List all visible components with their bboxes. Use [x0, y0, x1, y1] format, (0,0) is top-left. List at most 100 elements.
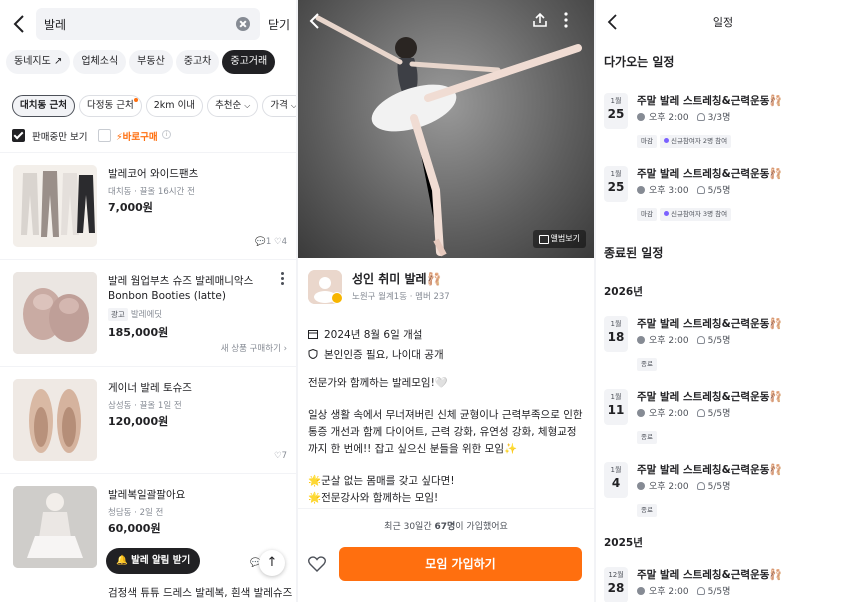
baro-label: ⚡바로구매	[116, 129, 158, 143]
join-note-count: 67명	[434, 522, 456, 532]
event-title: 주말 발레 스트레칭&근력운동🩰	[637, 569, 783, 581]
scroll-top-button[interactable]: ↑	[259, 550, 285, 576]
heart-icon: ♡	[273, 451, 282, 461]
album-button[interactable]: 앨범보기	[532, 230, 586, 248]
info-icon[interactable]: i	[162, 130, 171, 139]
list-item[interactable]: 발레 웜업부츠 슈즈 발레매니악스Bonbon Booties (latte) …	[0, 259, 296, 366]
alert-label: 발레 알림 받기	[131, 555, 191, 566]
item-title: 발레복일괄팔아요	[108, 489, 186, 501]
item-meta: 대치동 · 끌올 16시간 전	[108, 187, 195, 197]
item-seller-line: 광고 발레에딧	[108, 308, 162, 321]
item-thumbnail	[13, 379, 97, 461]
check-options: 판매중만 보기 ⚡바로구매 i	[12, 129, 292, 145]
desc-intro: 전문가와 함께하는 발레모임!🤍	[308, 377, 448, 389]
item-meta: 청담동 · 2일 전	[108, 508, 164, 518]
ballet-wear-image	[13, 486, 97, 568]
list-item[interactable]: 게이너 발레 토슈즈 삼성동 · 끌올 1일 전 120,000원 ♡7	[0, 366, 296, 473]
date-box: 1월 4	[604, 462, 628, 498]
back-arrow-icon[interactable]	[308, 12, 320, 30]
event-time: 오후 2:00	[649, 587, 689, 597]
more-vertical-icon[interactable]	[281, 272, 284, 285]
category-chip-used-car[interactable]: 중고차	[175, 50, 220, 74]
item-price: 185,000원	[108, 326, 169, 339]
schedule-item[interactable]: 1월 4 주말 발레 스트레칭&근력운동🩰 오후 2:00 5/5명 종료	[604, 462, 844, 522]
people-icon	[696, 113, 705, 121]
newcomer-text: 신규참여자 3명 참여	[670, 210, 728, 218]
event-day: 25	[607, 107, 625, 121]
bolt-icon: ⚡	[116, 132, 123, 143]
filter-chip-price[interactable]: 가격 ⌵	[262, 95, 296, 117]
category-chip-neighborhood-map[interactable]: 동네지도 ↗	[6, 50, 71, 74]
event-meta: 오후 2:00 5/5명	[637, 406, 730, 419]
year-heading: 2025년	[604, 537, 643, 549]
heart-icon[interactable]	[308, 556, 326, 572]
filter-chip-location[interactable]: 대치동 근처	[12, 95, 76, 117]
newcomer-dot-icon	[663, 211, 669, 216]
founded-line: 2024년 8월 6일 개설	[308, 327, 422, 342]
list-item[interactable]: 발레코어 와이드팬츠 대치동 · 끌올 16시간 전 7,000원 💬1 ♡4	[0, 152, 296, 259]
schedule-item[interactable]: 1월 18 주말 발레 스트레칭&근력운동🩰 오후 2:00 5/5명 종료	[604, 316, 844, 376]
schedule-item[interactable]: 1월 25 주말 발레 스트레칭&근력운동🩰 오후 3:00 5/5명 마감 신규참여…	[604, 166, 844, 226]
event-day: 28	[607, 581, 625, 595]
clock-icon	[637, 587, 645, 595]
on-sale-label: 판매중만 보기	[32, 132, 88, 143]
keyword-alert-button[interactable]: 🔔 발레 알림 받기	[106, 548, 201, 574]
desc-bullet-2: 🌟전문강사와 함께하는 모임!	[308, 492, 439, 504]
shield-icon	[308, 349, 318, 359]
search-input[interactable]	[44, 8, 234, 40]
back-arrow-icon[interactable]	[12, 14, 26, 34]
event-title: 주말 발레 스트레칭&근력운동🩰	[637, 168, 783, 180]
event-tags: 종료	[637, 351, 660, 371]
new-buy-link[interactable]: 새 상품 구매하기 ›	[221, 342, 287, 354]
category-chip-business-news[interactable]: 업체소식	[73, 50, 127, 74]
item-price: 120,000원	[108, 415, 169, 428]
event-month: 1월	[610, 393, 622, 401]
filter-chip-sort[interactable]: 추천순 ⌵	[207, 95, 259, 117]
category-chip-real-estate[interactable]: 부동산	[129, 50, 173, 74]
calendar-icon	[308, 330, 318, 339]
clock-icon	[637, 186, 645, 194]
item-meta: 삼성동 · 끌올 1일 전	[108, 401, 182, 411]
bell-icon: 🔔	[116, 555, 128, 566]
clock-icon	[637, 336, 645, 344]
filter-chip-distance[interactable]: 2km 이내	[145, 95, 204, 117]
event-day: 25	[607, 180, 625, 194]
close-button[interactable]: 닫기	[268, 16, 290, 33]
item-thumbnail	[13, 272, 97, 354]
page-title: 일정	[712, 16, 734, 29]
group-name: 성인 취미 발레🩰	[352, 272, 442, 286]
schedule-item[interactable]: 12월 28 주말 발레 스트레칭&근력운동🩰 오후 2:00 5/5명	[604, 567, 844, 602]
on-sale-checkbox[interactable]	[12, 129, 25, 142]
clock-icon	[637, 482, 645, 490]
share-icon[interactable]	[532, 12, 548, 28]
join-group-button[interactable]: 모임 가입하기	[339, 547, 582, 581]
event-count: 5/5명	[707, 482, 731, 492]
baro-text: 바로구매	[122, 132, 158, 143]
filter-label: 가격	[270, 100, 288, 111]
search-bar: 닫기	[0, 8, 296, 40]
category-chip-secondhand[interactable]: 중고거래	[222, 50, 276, 74]
upcoming-heading: 다가오는 일정	[604, 55, 675, 69]
new-dot-icon	[133, 98, 138, 102]
requirement-line: 본인인증 필요, 나이대 공개	[308, 347, 444, 362]
boots-image	[13, 272, 97, 354]
clear-icon[interactable]	[236, 17, 250, 31]
event-count: 3/3명	[707, 113, 731, 123]
ended-heading: 종료된 일정	[604, 246, 664, 260]
schedule-item[interactable]: 1월 25 주말 발레 스트레칭&근력운동🩰 오후 2:00 3/3명 마감 신규참여…	[604, 93, 844, 153]
newcomer-tag: 신규참여자 3명 참여	[659, 208, 732, 221]
join-bar: 최근 30일간 67명이 가입했어요 모임 가입하기	[298, 508, 594, 602]
filter-chip-second-location[interactable]: 다정동 근처	[79, 95, 142, 117]
event-month: 1월	[610, 97, 622, 105]
schedule-item[interactable]: 1월 11 주말 발레 스트레칭&근력운동🩰 오후 2:00 5/5명 종료	[604, 389, 844, 449]
date-box: 1월 18	[604, 316, 628, 352]
event-tags: 마감 신규참여자 3명 참여	[637, 201, 734, 221]
status-tag: 종료	[637, 504, 657, 517]
search-results-screen: 닫기 동네지도 ↗업체소식부동산중고차중고거래 대치동 근처 다정동 근처 2km …	[0, 0, 296, 602]
more-vertical-icon[interactable]	[564, 12, 568, 28]
join-note-prefix: 최근 30일간	[384, 522, 435, 532]
pointe-shoes-image	[13, 379, 97, 461]
baro-checkbox[interactable]	[98, 129, 111, 142]
heart-icon: ♡	[273, 237, 282, 247]
partial-item-title[interactable]: 검정색 튜튜 드레스 발레복, 흰색 발레슈즈	[108, 585, 292, 600]
